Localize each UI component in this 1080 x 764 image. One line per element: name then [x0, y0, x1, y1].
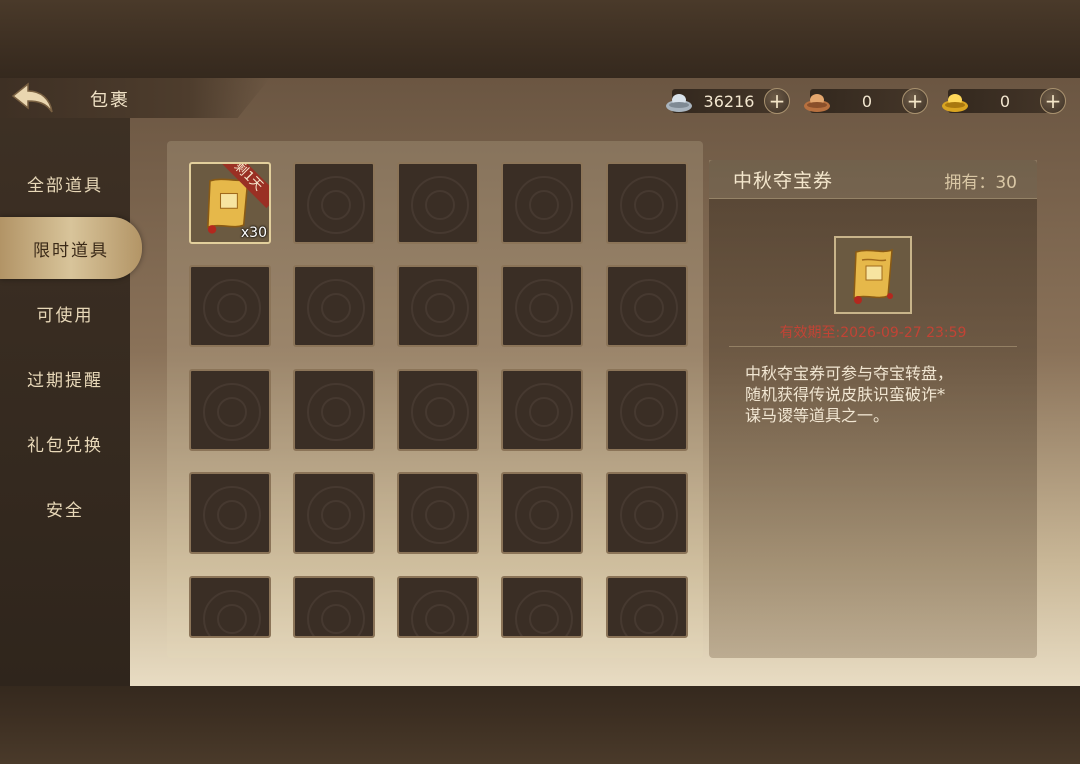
inventory-slot-empty[interactable] — [606, 265, 688, 347]
add-copper-button[interactable]: + — [902, 88, 928, 114]
empty-slot-emblem-icon — [515, 590, 573, 636]
inventory-slot-empty[interactable] — [397, 472, 479, 554]
currency-gold: 0 + — [940, 88, 1066, 114]
inventory-slot-item[interactable]: 剩1天 x30 — [189, 162, 271, 244]
empty-slot-emblem-icon — [307, 590, 365, 636]
empty-slot-emblem-icon — [620, 383, 678, 441]
inventory-slot-empty[interactable] — [501, 265, 583, 347]
gold-ingot-icon — [942, 94, 968, 112]
empty-slot-emblem-icon — [203, 590, 261, 636]
inventory-slot-empty[interactable] — [397, 369, 479, 451]
empty-slot-emblem-icon — [620, 590, 678, 636]
inventory-slot-empty[interactable] — [293, 162, 375, 244]
item-description: 中秋夺宝券可参与夺宝转盘， 随机获得传说皮肤识蛮破诈* 谋马谡等道具之一。 — [745, 364, 954, 425]
tab-expiry-reminder[interactable]: 过期提醒 — [0, 353, 130, 403]
empty-slot-emblem-icon — [307, 176, 365, 234]
empty-slot-emblem-icon — [307, 279, 365, 337]
inventory-slot-empty[interactable] — [606, 369, 688, 451]
empty-slot-emblem-icon — [515, 176, 573, 234]
inventory-slot-empty[interactable] — [501, 472, 583, 554]
gold-amount: 0 — [999, 91, 1011, 111]
empty-slot-emblem-icon — [411, 279, 469, 337]
empty-slot-emblem-icon — [411, 590, 469, 636]
back-button[interactable] — [10, 80, 56, 116]
page-title: 包裹 — [90, 90, 130, 111]
currency-copper: 0 + — [802, 88, 928, 114]
tab-all-items[interactable]: 全部道具 — [0, 158, 130, 208]
inventory-slot-empty[interactable] — [189, 369, 271, 451]
inventory-slot-empty[interactable] — [293, 576, 375, 638]
empty-slot-emblem-icon — [515, 486, 573, 544]
inventory-slot-empty[interactable] — [501, 576, 583, 638]
item-name: 中秋夺宝券 — [733, 170, 834, 192]
item-quantity: x30 — [240, 225, 267, 241]
inventory-slot-empty[interactable] — [606, 576, 688, 638]
empty-slot-emblem-icon — [515, 383, 573, 441]
add-gold-button[interactable]: + — [1040, 88, 1066, 114]
empty-slot-emblem-icon — [411, 486, 469, 544]
empty-slot-emblem-icon — [411, 383, 469, 441]
empty-slot-emblem-icon — [620, 279, 678, 337]
tab-gift-redeem[interactable]: 礼包兑换 — [0, 418, 130, 468]
empty-slot-emblem-icon — [203, 383, 261, 441]
inventory-slot-empty[interactable] — [397, 162, 479, 244]
inventory-slot-empty[interactable] — [606, 162, 688, 244]
inventory-slot-empty[interactable] — [397, 265, 479, 347]
add-silver-button[interactable]: + — [764, 88, 790, 114]
inventory-slot-empty[interactable] — [189, 576, 271, 638]
inventory-slot-empty[interactable] — [189, 472, 271, 554]
inventory-slot-empty[interactable] — [293, 472, 375, 554]
empty-slot-emblem-icon — [515, 279, 573, 337]
expiry-text: 有效期至:2026-09-27 23:59 — [779, 325, 967, 341]
empty-slot-emblem-icon — [203, 486, 261, 544]
empty-slot-emblem-icon — [203, 279, 261, 337]
tab-usable[interactable]: 可使用 — [0, 288, 130, 338]
empty-slot-emblem-icon — [620, 176, 678, 234]
inventory-slot-empty[interactable] — [501, 369, 583, 451]
inventory-slot-empty[interactable] — [397, 576, 479, 638]
item-detail-panel: 中秋夺宝券 拥有：30 有效期至:2026-09-27 23:59 中秋夺宝券可… — [709, 160, 1037, 658]
tab-limited-items[interactable]: 限时道具 — [0, 217, 142, 279]
inventory-slot-empty[interactable] — [606, 472, 688, 554]
inventory-slot-empty[interactable] — [293, 265, 375, 347]
plus-icon: + — [1044, 89, 1062, 113]
plus-icon: + — [768, 89, 786, 113]
empty-slot-emblem-icon — [411, 176, 469, 234]
copper-amount: 0 — [861, 91, 873, 111]
empty-slot-emblem-icon — [307, 383, 365, 441]
inventory-slot-empty[interactable] — [293, 369, 375, 451]
owned-count: 拥有：30 — [944, 173, 1017, 193]
silver-amount: 36216 — [703, 91, 755, 111]
plus-icon: + — [906, 89, 924, 113]
divider — [729, 346, 1017, 347]
empty-slot-emblem-icon — [307, 486, 365, 544]
copper-ingot-icon — [804, 94, 830, 112]
silver-ingot-icon — [666, 94, 692, 112]
detail-header: 中秋夺宝券 拥有：30 — [709, 160, 1037, 199]
treasure-scroll-icon — [853, 248, 893, 304]
tab-security[interactable]: 安全 — [0, 483, 130, 533]
detail-item-icon — [834, 236, 912, 314]
currency-silver: 36216 + — [664, 88, 790, 114]
empty-slot-emblem-icon — [620, 486, 678, 544]
bottom-background — [0, 686, 1080, 764]
top-background — [0, 0, 1080, 78]
inventory-slot-empty[interactable] — [501, 162, 583, 244]
back-arrow-icon — [11, 82, 53, 113]
inventory-slot-empty[interactable] — [189, 265, 271, 347]
